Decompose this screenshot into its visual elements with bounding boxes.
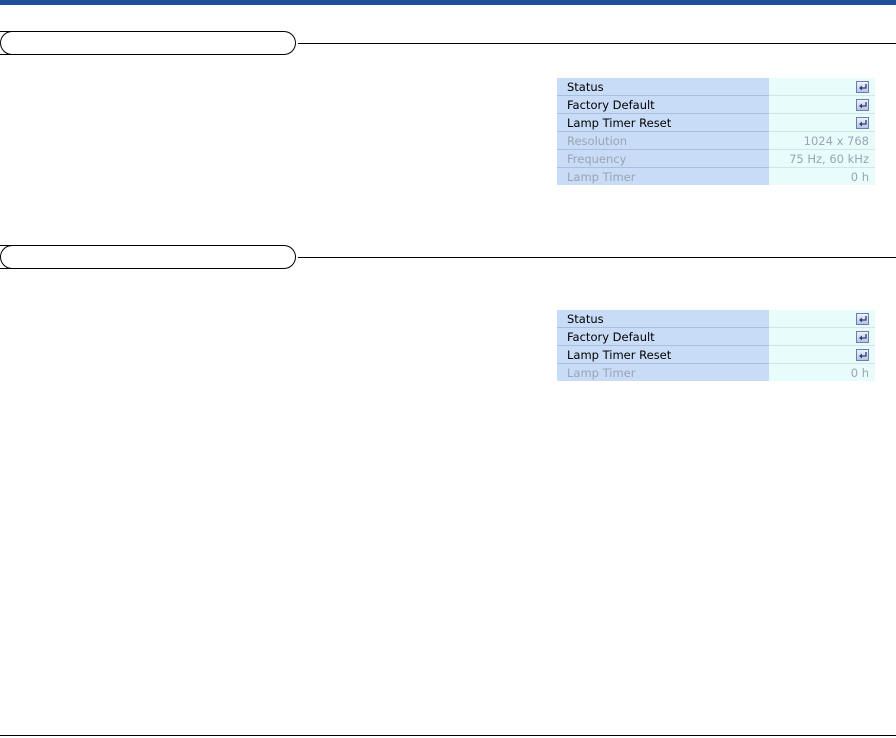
- menu-row-value: [769, 310, 875, 328]
- menu-row-status[interactable]: Status: [557, 78, 875, 96]
- menu-row-value: [769, 327, 875, 346]
- section-2-rule: [298, 257, 896, 258]
- menu-row-status[interactable]: Status: [557, 310, 875, 328]
- menu-row-label: Factory Default: [557, 327, 769, 346]
- menu-row-factory-default[interactable]: Factory Default: [557, 95, 875, 114]
- menu-row-label: Resolution: [557, 131, 769, 150]
- menu-row-label: Lamp Timer: [567, 365, 636, 380]
- menu-row-resolution: Resolution 1024 x 768: [557, 131, 875, 150]
- menu-row-lamp-timer: Lamp Timer 0 h: [557, 363, 875, 381]
- menu-row-value: [769, 113, 875, 132]
- enter-icon[interactable]: [856, 313, 869, 325]
- enter-icon[interactable]: [856, 99, 869, 111]
- menu-row-value: [769, 95, 875, 114]
- section-2-tab: [0, 245, 296, 269]
- enter-icon[interactable]: [856, 117, 869, 129]
- menu-row-label: Status: [557, 310, 769, 328]
- menu-row-label: Lamp Timer Reset: [557, 345, 769, 364]
- menu-row-label: Status: [557, 78, 769, 96]
- menu-row-value: 1024 x 768: [769, 131, 875, 150]
- menu-row-label: Factory Default: [557, 95, 769, 114]
- menu-row-value: [769, 78, 875, 96]
- menu-table-a: Status Factory Default Lamp Timer Reset …: [557, 78, 875, 185]
- menu-row-value: 75 Hz, 60 kHz: [769, 149, 875, 168]
- menu-row-frequency: Frequency 75 Hz, 60 kHz: [557, 149, 875, 168]
- menu-row-label: Frequency: [557, 149, 769, 168]
- menu-row-value: [769, 345, 875, 364]
- enter-icon[interactable]: [856, 81, 869, 93]
- menu-row-label: Lamp Timer Reset: [557, 113, 769, 132]
- menu-row-label: Lamp Timer: [567, 169, 636, 184]
- menu-table-b: Status Factory Default Lamp Timer Reset …: [557, 310, 875, 381]
- section-1-tab: [0, 31, 296, 55]
- menu-row-lamp-timer-reset[interactable]: Lamp Timer Reset: [557, 113, 875, 132]
- footer-rule: [0, 735, 896, 736]
- menu-row-lamp-timer-reset[interactable]: Lamp Timer Reset: [557, 345, 875, 364]
- menu-row-factory-default[interactable]: Factory Default: [557, 327, 875, 346]
- section-1-rule: [298, 43, 896, 44]
- menu-row-lamp-timer: Lamp Timer 0 h: [557, 167, 875, 185]
- menu-row-value: 0 h: [769, 363, 875, 381]
- header-bar: [0, 0, 896, 5]
- menu-row-value: 0 h: [769, 167, 875, 185]
- enter-icon[interactable]: [856, 331, 869, 343]
- enter-icon[interactable]: [856, 349, 869, 361]
